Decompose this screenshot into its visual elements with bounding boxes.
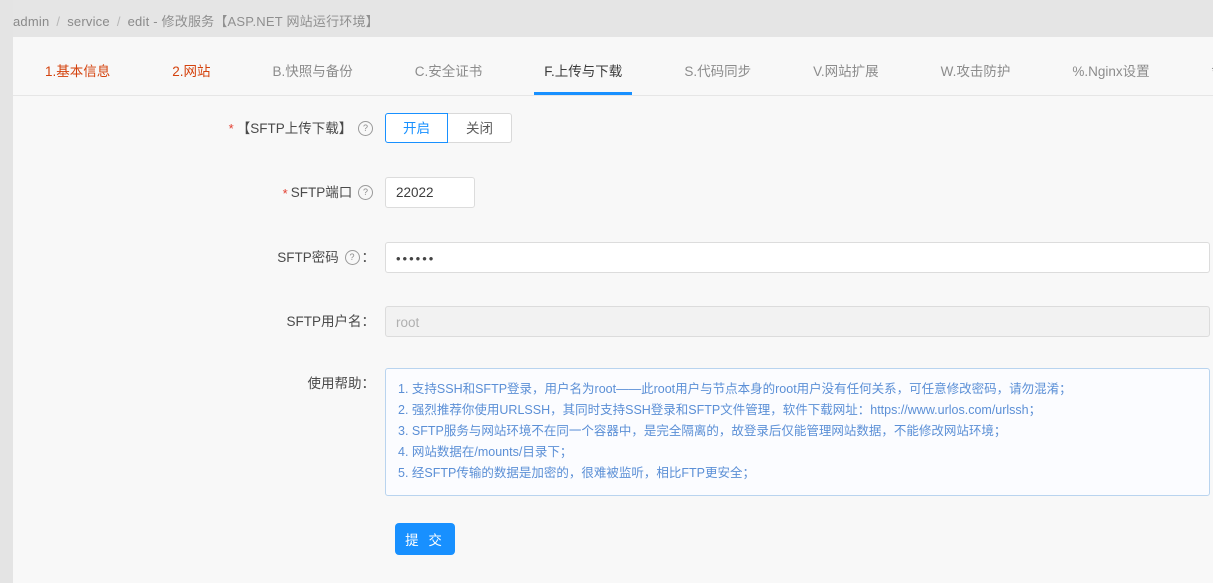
sftp-password-control: •••••• (385, 242, 1210, 273)
usage-help-line: 4. 网站数据在/mounts/目录下； (398, 442, 1197, 463)
sftp-username-label-suffix: ： (362, 314, 376, 329)
required-asterisk: * (283, 186, 288, 201)
sftp-port-label: *SFTP端口 ? (13, 177, 385, 209)
breadcrumb-title: - 修改服务【ASP.NET 网站运行环境】 (149, 14, 378, 29)
form-row-sftp-password: SFTP密码 ?： •••••• (13, 242, 1213, 274)
left-sidebar-rail (0, 0, 13, 583)
sftp-toggle-radio-group[interactable]: 开启 关闭 (385, 113, 512, 143)
sftp-password-label-suffix: ： (362, 250, 376, 265)
page-body: 1.基本信息 2.网站 B.快照与备份 C.安全证书 F.上传与下载 S.代码同步 V.网站… (13, 37, 1213, 583)
tab-0[interactable]: 1.基本信息 (45, 60, 110, 95)
question-circle-icon[interactable]: ? (358, 121, 373, 136)
usage-help-line: 3. SFTP服务与网站环境不在同一个容器中，是完全隔离的，故登录后仅能管理网站… (398, 421, 1197, 442)
page-header: admin / service / edit - 修改服务【ASP.NET 网站运行环境… (13, 0, 1213, 37)
usage-help-textarea[interactable]: 1. 支持SSH和SFTP登录，用户名为root——此root用户与节点本身的r… (385, 368, 1210, 496)
sftp-username-label: SFTP用户名： (13, 306, 385, 338)
breadcrumb-separator: / (117, 14, 121, 29)
form-row-sftp-toggle: *【SFTP上传下载】 ? 开启 关闭 (13, 113, 1213, 145)
sftp-toggle-option-off[interactable]: 关闭 (448, 113, 512, 143)
tab-8[interactable]: %.Nginx设置 (1072, 60, 1149, 95)
usage-help-control: 1. 支持SSH和SFTP登录，用户名为root——此root用户与节点本身的r… (385, 368, 1210, 496)
form-row-sftp-port: *SFTP端口 ? (13, 177, 1213, 209)
usage-help-line: 2. 强烈推荐你使用URLSSH，其同时支持SSH登录和SFTP文件管理，软件下… (398, 400, 1197, 421)
tab-3[interactable]: C.安全证书 (415, 60, 483, 95)
usage-help-line: 1. 支持SSH和SFTP登录，用户名为root——此root用户与节点本身的r… (398, 379, 1197, 400)
tab-5[interactable]: S.代码同步 (684, 60, 751, 95)
sftp-port-control (385, 177, 475, 208)
sftp-toggle-label: *【SFTP上传下载】 ? (13, 113, 385, 145)
sftp-password-input[interactable]: •••••• (385, 242, 1210, 273)
required-asterisk: * (229, 121, 234, 136)
tab-1[interactable]: 2.网站 (172, 60, 210, 95)
sftp-username-label-text: SFTP用户名 (286, 314, 361, 329)
tab-bar: 1.基本信息 2.网站 B.快照与备份 C.安全证书 F.上传与下载 S.代码同步 V.网站… (13, 37, 1213, 96)
sftp-username-control: root (385, 306, 1210, 337)
breadcrumb-item-edit[interactable]: edit (128, 14, 150, 29)
breadcrumb-item-service[interactable]: service (67, 14, 110, 29)
form-row-usage-help: 使用帮助： 1. 支持SSH和SFTP登录，用户名为root——此root用户与… (13, 368, 1213, 496)
usage-help-line: 5. 经SFTP传输的数据是加密的，很难被监听，相比FTP更安全； (398, 463, 1197, 484)
sftp-username-input: root (385, 306, 1210, 337)
sftp-port-input[interactable] (385, 177, 475, 208)
sftp-port-label-text: SFTP端口 (291, 185, 353, 200)
form-row-sftp-username: SFTP用户名： root (13, 306, 1213, 338)
breadcrumb-item-admin[interactable]: admin (13, 14, 49, 29)
sftp-toggle-control: 开启 关闭 (385, 113, 512, 143)
question-circle-icon[interactable]: ? (345, 250, 360, 265)
sftp-password-label: SFTP密码 ?： (13, 242, 385, 274)
tab-7[interactable]: W.攻击防护 (941, 60, 1011, 95)
tab-2[interactable]: B.快照与备份 (273, 60, 353, 95)
usage-help-label: 使用帮助： (13, 368, 385, 400)
submit-button[interactable]: 提 交 (395, 523, 455, 555)
tab-4[interactable]: F.上传与下载 (544, 60, 622, 95)
sftp-toggle-label-text: 【SFTP上传下载】 (237, 121, 353, 136)
question-circle-icon[interactable]: ? (358, 185, 373, 200)
sftp-password-label-text: SFTP密码 (277, 250, 339, 265)
tab-6[interactable]: V.网站扩展 (813, 60, 879, 95)
sftp-toggle-option-on[interactable]: 开启 (385, 113, 448, 143)
sftp-settings-form: *【SFTP上传下载】 ? 开启 关闭 *SFTP端口 ? SFT (13, 95, 1213, 555)
breadcrumb: admin / service / edit - 修改服务【ASP.NET 网站运行环境… (13, 11, 379, 30)
breadcrumb-separator: / (56, 14, 60, 29)
tab-list: 1.基本信息 2.网站 B.快照与备份 C.安全证书 F.上传与下载 S.代码同步 V.网站… (45, 60, 1213, 95)
form-row-submit: 提 交 (13, 523, 1213, 555)
